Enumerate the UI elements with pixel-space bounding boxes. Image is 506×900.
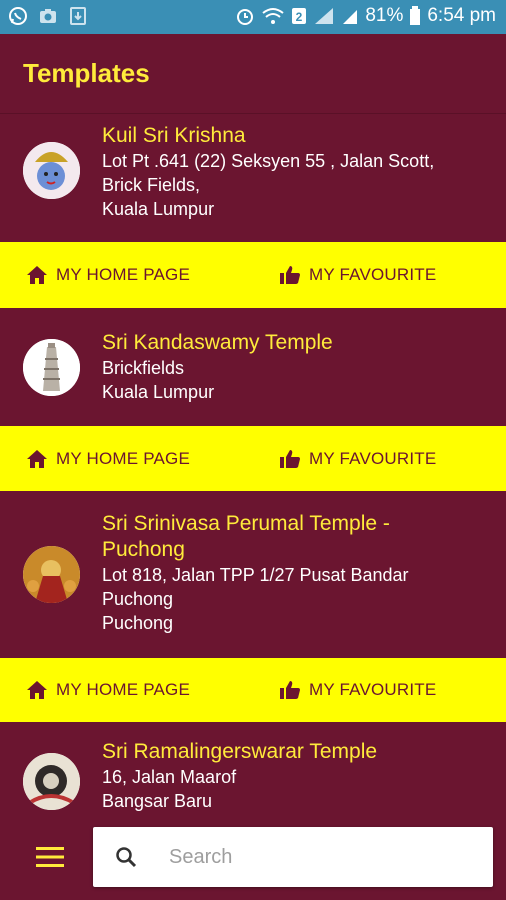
my-home-page-label: MY HOME PAGE xyxy=(56,265,191,284)
temple-card[interactable]: Sri Kandaswamy Temple Brickfields Kuala … xyxy=(0,308,506,491)
temple-name-cont: Puchong xyxy=(102,538,185,561)
download-icon xyxy=(70,7,86,25)
krishna-image-icon xyxy=(23,142,80,199)
temple-address-line: Lot Pt .641 (22) Seksyen 55 , Jalan Scot… xyxy=(102,151,435,171)
temple-actions: MY HOME PAGE MY FAVOURITE xyxy=(0,658,506,722)
bottom-bar xyxy=(0,815,506,900)
search-box[interactable] xyxy=(93,827,493,887)
my-home-page-button[interactable]: MY HOME PAGE xyxy=(26,242,190,308)
temple-card[interactable]: Sri Srinivasa Perumal Temple - Puchong L… xyxy=(0,491,506,722)
battery-icon xyxy=(410,6,421,25)
temple-text: Kuil Sri Krishna Lot Pt .641 (22) Seksye… xyxy=(102,123,488,221)
my-home-page-button[interactable]: MY HOME PAGE xyxy=(26,426,190,491)
search-icon xyxy=(116,847,137,868)
wifi-icon xyxy=(262,8,284,24)
status-right: 2 81% 6:54 pm xyxy=(235,5,496,27)
search-input[interactable] xyxy=(169,841,469,873)
temple-text: Sri Ramalingerswarar Temple 16, Jalan Ma… xyxy=(102,739,488,813)
temple-info[interactable]: Sri Srinivasa Perumal Temple - Puchong L… xyxy=(0,491,506,658)
temple-address-line: Brick Fields, xyxy=(102,175,201,195)
temple-name: Sri Ramalingerswarar Temple xyxy=(102,740,378,763)
temple-name: Sri Kandaswamy Temple xyxy=(102,331,333,354)
temple-address-line: Brickfields xyxy=(102,358,185,378)
temple-info[interactable]: Sri Kandaswamy Temple Brickfields Kuala … xyxy=(0,308,506,426)
thumbs-up-icon xyxy=(280,449,300,468)
svg-text:2: 2 xyxy=(296,10,303,24)
alarm-icon xyxy=(237,9,254,25)
my-favourite-label: MY FAVOURITE xyxy=(309,448,437,468)
my-home-page-label: MY HOME PAGE xyxy=(56,680,191,699)
temple-name: Kuil Sri Krishna xyxy=(102,124,246,147)
temple-address-line: 16, Jalan Maarof xyxy=(102,767,237,787)
temple-card[interactable]: Kuil Sri Krishna Lot Pt .641 (22) Seksye… xyxy=(0,114,506,308)
temple-avatar xyxy=(23,142,80,199)
temple-address-line: Bangsar Baru xyxy=(102,791,213,811)
temple-text: Sri Kandaswamy Temple Brickfields Kuala … xyxy=(102,330,488,404)
temple-text: Sri Srinivasa Perumal Temple - Puchong L… xyxy=(102,511,488,635)
my-favourite-button[interactable]: MY FAVOURITE xyxy=(279,658,436,722)
clock: 6:54 pm xyxy=(427,5,496,26)
signal-icon xyxy=(343,10,358,24)
home-icon xyxy=(27,681,47,699)
temple-address-line: Puchong xyxy=(102,613,174,633)
my-favourite-label: MY FAVOURITE xyxy=(309,680,437,699)
my-favourite-button[interactable]: MY FAVOURITE xyxy=(279,426,436,491)
temple-avatar xyxy=(23,753,80,810)
my-home-page-label: MY HOME PAGE xyxy=(56,448,191,468)
temple-address-line: Lot 818, Jalan TPP 1/27 Pusat Bandar xyxy=(102,565,409,585)
temple-name: Sri Srinivasa Perumal Temple - xyxy=(102,512,390,535)
temple-avatar xyxy=(23,546,80,603)
sim2-icon: 2 xyxy=(292,8,307,24)
menu-icon[interactable] xyxy=(36,846,64,868)
temple-info[interactable]: Kuil Sri Krishna Lot Pt .641 (22) Seksye… xyxy=(0,114,506,242)
ramalinga-image-icon xyxy=(23,753,80,810)
temple-list[interactable]: Kuil Sri Krishna Lot Pt .641 (22) Seksye… xyxy=(0,114,506,842)
temple-actions: MY HOME PAGE MY FAVOURITE xyxy=(0,426,506,491)
my-home-page-button[interactable]: MY HOME PAGE xyxy=(26,658,190,722)
temple-avatar xyxy=(23,339,80,396)
my-favourite-label: MY FAVOURITE xyxy=(309,265,437,284)
temple-address-line: Puchong xyxy=(102,589,174,609)
battery-percent: 81% xyxy=(365,5,404,26)
my-favourite-button[interactable]: MY FAVOURITE xyxy=(279,242,436,308)
temple-address-line: Kuala Lumpur xyxy=(102,199,215,219)
camera-icon xyxy=(40,9,56,23)
whatsapp-icon xyxy=(9,7,27,25)
app-bar: Templates xyxy=(0,34,506,114)
temple-actions: MY HOME PAGE MY FAVOURITE xyxy=(0,242,506,308)
home-icon xyxy=(27,449,47,468)
gopuram-image-icon xyxy=(23,339,80,396)
temple-address-line: Kuala Lumpur xyxy=(102,382,215,402)
status-bar: 2 81% 6:54 pm xyxy=(0,0,506,34)
perumal-image-icon xyxy=(23,546,80,603)
status-left-icons xyxy=(8,6,88,26)
thumbs-up-icon xyxy=(280,681,300,699)
page-title: Templates xyxy=(23,58,150,88)
signal-icon xyxy=(315,8,334,24)
home-icon xyxy=(27,266,47,284)
thumbs-up-icon xyxy=(280,266,300,284)
